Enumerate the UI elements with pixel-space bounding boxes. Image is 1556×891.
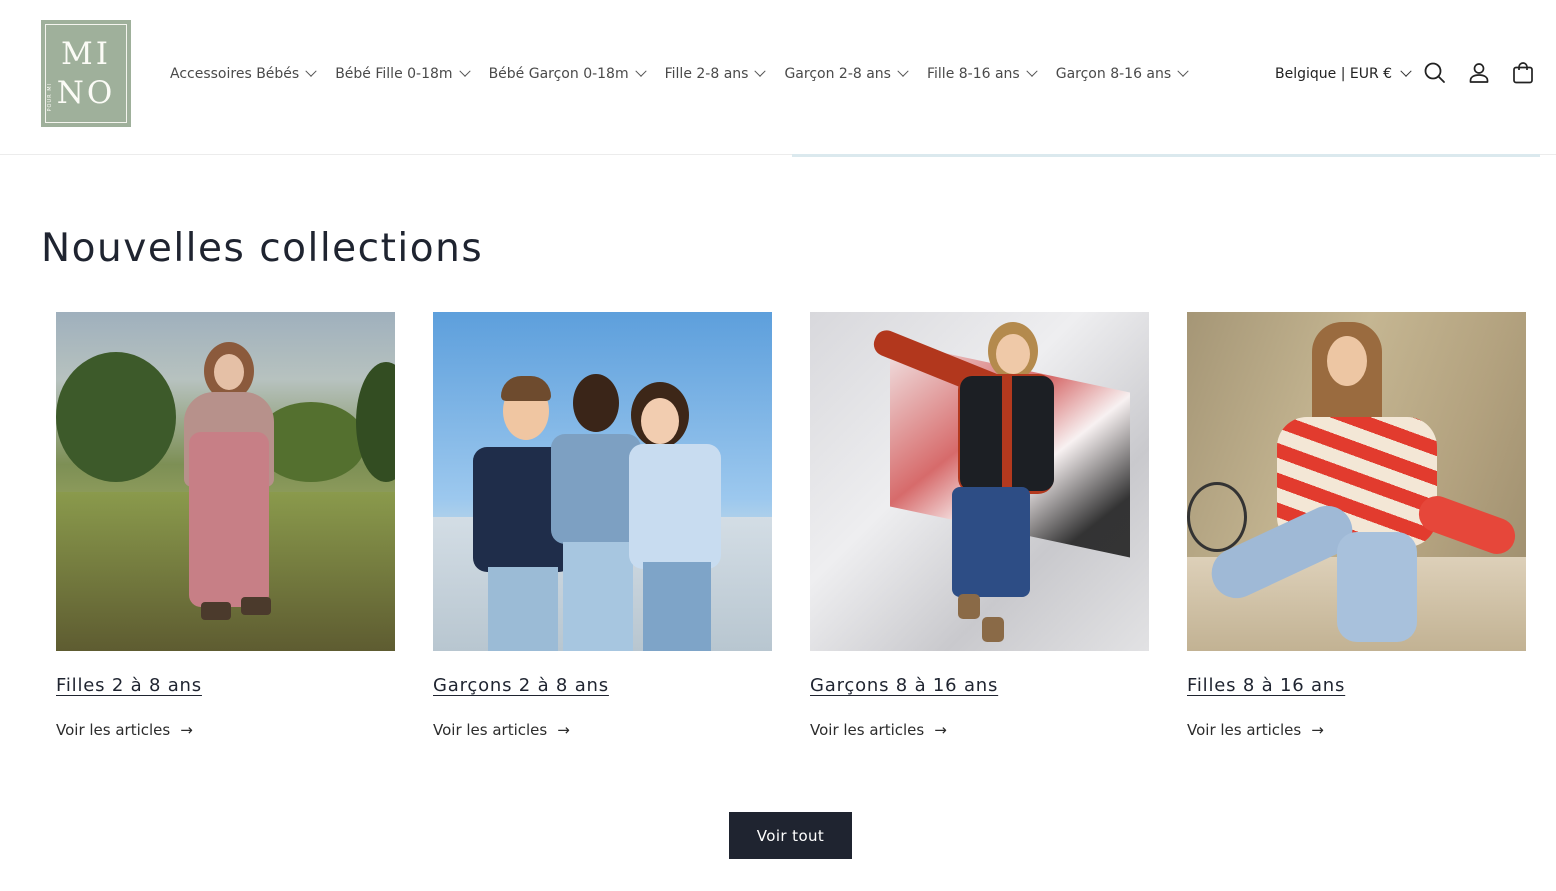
- collection-card: Garçons 8 à 16 ans Voir les articles →: [810, 312, 1149, 739]
- collection-image[interactable]: [810, 312, 1149, 651]
- locale-label: Belgique | EUR €: [1275, 66, 1393, 82]
- collection-image[interactable]: [56, 312, 395, 651]
- cart-icon[interactable]: [1510, 60, 1536, 86]
- nav-item-label: Garçon 8-16 ans: [1055, 66, 1172, 82]
- view-articles-link[interactable]: Voir les articles →: [433, 721, 570, 739]
- nav-item-label: Fille 2-8 ans: [664, 66, 749, 82]
- arrow-right-icon: →: [1311, 721, 1324, 739]
- chevron-down-icon: [1400, 65, 1412, 77]
- account-icon[interactable]: [1466, 60, 1492, 86]
- section-title: Nouvelles collections: [41, 226, 484, 271]
- nav-item-garcon-2-8[interactable]: Garçon 2-8 ans: [784, 63, 909, 85]
- collection-title-link[interactable]: Filles 8 à 16 ans: [1187, 675, 1345, 696]
- chevron-down-icon: [754, 65, 767, 77]
- collection-card: Filles 8 à 16 ans Voir les articles →: [1187, 312, 1526, 739]
- nav-item-label: Garçon 2-8 ans: [784, 66, 891, 82]
- nav-item-accessoires-bebes[interactable]: Accessoires Bébés: [170, 63, 317, 85]
- collection-title-link[interactable]: Filles 2 à 8 ans: [56, 675, 202, 696]
- chevron-down-icon: [1177, 65, 1189, 77]
- nav-item-fille-2-8[interactable]: Fille 2-8 ans: [664, 63, 767, 85]
- view-articles-label: Voir les articles: [56, 721, 171, 739]
- locale-selector[interactable]: Belgique | EUR €: [1275, 63, 1412, 85]
- brand-logo[interactable]: MI NO POUR MI: [41, 20, 131, 127]
- nav-item-fille-8-16[interactable]: Fille 8-16 ans: [926, 63, 1038, 85]
- arrow-right-icon: →: [180, 721, 193, 739]
- view-articles-label: Voir les articles: [433, 721, 548, 739]
- collection-image[interactable]: [433, 312, 772, 651]
- arrow-right-icon: →: [934, 721, 947, 739]
- search-icon[interactable]: [1422, 60, 1448, 86]
- nav-item-bebe-fille[interactable]: Bébé Fille 0-18m: [335, 63, 471, 85]
- chevron-down-icon: [897, 65, 909, 77]
- collection-card: Filles 2 à 8 ans Voir les articles →: [56, 312, 395, 739]
- collection-image[interactable]: [1187, 312, 1526, 651]
- view-articles-label: Voir les articles: [1187, 721, 1302, 739]
- collection-title-link[interactable]: Garçons 2 à 8 ans: [433, 675, 609, 696]
- logo-subtext: POUR MI: [47, 83, 53, 112]
- view-articles-link[interactable]: Voir les articles →: [810, 721, 947, 739]
- logo-text-top: MI: [61, 36, 111, 72]
- nav-item-garcon-8-16[interactable]: Garçon 8-16 ans: [1055, 63, 1189, 85]
- nav-item-bebe-garcon[interactable]: Bébé Garçon 0-18m: [488, 63, 647, 85]
- nav-item-label: Accessoires Bébés: [170, 66, 300, 82]
- view-all-button[interactable]: Voir tout: [729, 812, 852, 859]
- collection-title-link[interactable]: Garçons 8 à 16 ans: [810, 675, 998, 696]
- chevron-down-icon: [305, 65, 317, 77]
- chevron-down-icon: [458, 65, 471, 77]
- chevron-down-icon: [634, 65, 647, 77]
- site-header: MI NO POUR MI Accessoires Bébés Bébé Fil…: [0, 0, 1556, 155]
- view-articles-link[interactable]: Voir les articles →: [1187, 721, 1324, 739]
- nav-item-label: Fille 8-16 ans: [926, 66, 1020, 82]
- header-accent-line: [792, 154, 1540, 157]
- main-navigation: Accessoires Bébés Bébé Fille 0-18m Bébé …: [170, 63, 1207, 85]
- arrow-right-icon: →: [557, 721, 570, 739]
- nav-item-label: Bébé Fille 0-18m: [335, 66, 453, 82]
- collection-card: Garçons 2 à 8 ans Voir les articles →: [433, 312, 772, 739]
- nav-item-label: Bébé Garçon 0-18m: [488, 66, 629, 82]
- view-articles-link[interactable]: Voir les articles →: [56, 721, 193, 739]
- logo-text-bottom: NO: [56, 75, 116, 111]
- view-articles-label: Voir les articles: [810, 721, 925, 739]
- chevron-down-icon: [1026, 65, 1038, 77]
